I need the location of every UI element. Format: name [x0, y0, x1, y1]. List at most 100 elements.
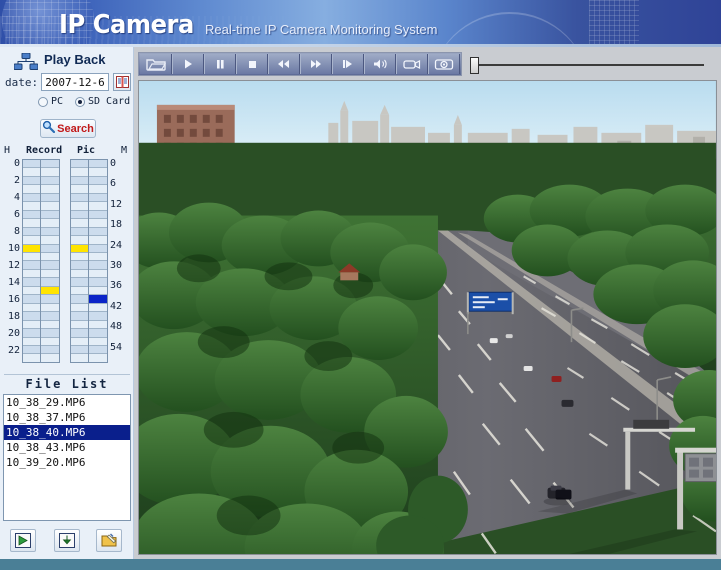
- timeline-cell[interactable]: [89, 303, 107, 313]
- timeline-cell[interactable]: [41, 244, 59, 253]
- timeline-cell[interactable]: [23, 168, 40, 177]
- timeline-cell[interactable]: [23, 227, 40, 237]
- timeline-cell[interactable]: [41, 329, 59, 338]
- timeline-cell[interactable]: [23, 202, 40, 211]
- radio-source-sdcard[interactable]: SD Card: [75, 96, 130, 107]
- timeline-cell[interactable]: [71, 345, 88, 355]
- record-video-button[interactable]: [396, 54, 428, 74]
- timeline-cell[interactable]: [41, 227, 59, 237]
- play-file-button[interactable]: [10, 529, 36, 552]
- file-list-item[interactable]: 10_39_20.MP6: [4, 455, 130, 470]
- video-playback-view[interactable]: [138, 80, 717, 555]
- radio-pc-dot[interactable]: [38, 96, 48, 107]
- timeline-cell[interactable]: [71, 236, 88, 245]
- timeline-cell[interactable]: [89, 185, 107, 194]
- file-list-item[interactable]: 10_38_29.MP6: [4, 395, 130, 410]
- pause-button[interactable]: [204, 54, 236, 74]
- timeline-cell[interactable]: [41, 269, 59, 279]
- timeline-cell[interactable]: [41, 312, 59, 321]
- timeline-cell[interactable]: [41, 303, 59, 313]
- timeline-cell[interactable]: [41, 168, 59, 177]
- timeline-cell[interactable]: [71, 219, 88, 228]
- snapshot-button[interactable]: [428, 54, 460, 74]
- pic-timeline-bars[interactable]: [70, 159, 108, 363]
- timeline-cell[interactable]: [41, 295, 59, 304]
- timeline-cell[interactable]: [41, 219, 59, 228]
- pic-hour-column[interactable]: [71, 160, 89, 362]
- timeline-cell[interactable]: [89, 193, 107, 203]
- timeline-cell[interactable]: [89, 210, 107, 220]
- timeline-cell[interactable]: [89, 176, 107, 186]
- timeline-cell[interactable]: [23, 312, 40, 321]
- seek-thumb[interactable]: [470, 57, 479, 74]
- timeline-cell[interactable]: [41, 286, 59, 296]
- timeline-cell[interactable]: [89, 269, 107, 279]
- timeline-cell[interactable]: [41, 185, 59, 194]
- play-button[interactable]: [172, 54, 204, 74]
- timeline-cell[interactable]: [41, 202, 59, 211]
- timeline-cell[interactable]: [89, 329, 107, 338]
- timeline-cell[interactable]: [71, 261, 88, 270]
- timeline-cell[interactable]: [71, 337, 88, 346]
- timeline-cell[interactable]: [23, 286, 40, 296]
- radio-sdcard-dot[interactable]: [75, 96, 85, 107]
- timeline-cell[interactable]: [71, 252, 88, 262]
- volume-button[interactable]: [364, 54, 396, 74]
- calendar-icon[interactable]: [113, 73, 131, 91]
- rewind-button[interactable]: [268, 54, 300, 74]
- timeline-cell[interactable]: [23, 160, 40, 169]
- timeline-cell[interactable]: [71, 160, 88, 169]
- timeline-cell[interactable]: [71, 269, 88, 279]
- timeline-cell[interactable]: [41, 236, 59, 245]
- timeline-cell[interactable]: [23, 185, 40, 194]
- timeline-cell[interactable]: [23, 219, 40, 228]
- timeline-cell[interactable]: [23, 193, 40, 203]
- timeline-cell[interactable]: [41, 252, 59, 262]
- timeline-cell[interactable]: [23, 303, 40, 313]
- timeline-cell[interactable]: [89, 286, 107, 296]
- timeline-cell[interactable]: [41, 345, 59, 355]
- timeline-cell[interactable]: [23, 354, 40, 362]
- timeline-cell[interactable]: [71, 329, 88, 338]
- timeline-cell[interactable]: [23, 320, 40, 330]
- timeline-cell[interactable]: [71, 286, 88, 296]
- timeline-cell[interactable]: [71, 244, 88, 253]
- timeline-cell[interactable]: [89, 202, 107, 211]
- timeline-cell[interactable]: [41, 261, 59, 270]
- timeline-cell[interactable]: [89, 345, 107, 355]
- timeline-cell[interactable]: [89, 354, 107, 362]
- timeline-cell[interactable]: [23, 345, 40, 355]
- timeline-cell[interactable]: [89, 278, 107, 287]
- timeline-cell[interactable]: [71, 185, 88, 194]
- timeline-cell[interactable]: [71, 227, 88, 237]
- timeline-cell[interactable]: [41, 176, 59, 186]
- file-list-item[interactable]: 10_38_43.MP6: [4, 440, 130, 455]
- open-folder-button[interactable]: [96, 529, 122, 552]
- timeline-cell[interactable]: [23, 261, 40, 270]
- timeline-cell[interactable]: [23, 252, 40, 262]
- stop-button[interactable]: [236, 54, 268, 74]
- timeline-cell[interactable]: [41, 354, 59, 362]
- timeline-cell[interactable]: [41, 160, 59, 169]
- download-file-button[interactable]: [54, 529, 80, 552]
- timeline-cell[interactable]: [89, 295, 107, 304]
- timeline-cell[interactable]: [23, 329, 40, 338]
- timeline-cell[interactable]: [89, 261, 107, 270]
- seek-track[interactable]: [476, 64, 704, 66]
- search-button[interactable]: Search: [40, 119, 96, 138]
- file-list[interactable]: 10_38_29.MP6 10_38_37.MP6 10_38_40.MP6 10_3…: [3, 394, 131, 521]
- timeline-cell[interactable]: [23, 269, 40, 279]
- timeline-cell[interactable]: [41, 337, 59, 346]
- date-input[interactable]: [41, 73, 109, 91]
- timeline-cell[interactable]: [89, 160, 107, 169]
- timeline-cell[interactable]: [71, 278, 88, 287]
- timeline-cell[interactable]: [89, 252, 107, 262]
- timeline-cell[interactable]: [71, 210, 88, 220]
- timeline-cell[interactable]: [23, 278, 40, 287]
- timeline-cell[interactable]: [89, 320, 107, 330]
- timeline-cell[interactable]: [41, 193, 59, 203]
- timeline-cell[interactable]: [71, 193, 88, 203]
- timeline-cell[interactable]: [71, 354, 88, 362]
- timeline-cell[interactable]: [71, 168, 88, 177]
- timeline-cell[interactable]: [71, 320, 88, 330]
